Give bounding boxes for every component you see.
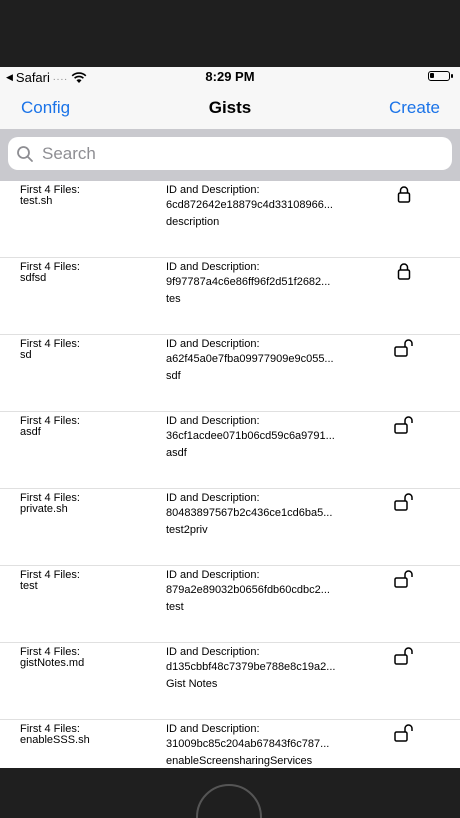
lock-open-icon[interactable] [393, 415, 415, 435]
gist-id: 9f97787a4c6e86ff96f2d51f2682... [166, 276, 331, 288]
id-label: ID and Description: [166, 261, 260, 273]
device-bottom-bezel [0, 768, 460, 818]
status-bar: ◀ Safari .... 8:29 PM [0, 67, 460, 87]
gist-id: 6cd872642e18879c4d33108966... [166, 199, 333, 211]
gist-row[interactable]: First 4 Files: test ID and Description: 879… [0, 566, 460, 643]
id-label: ID and Description: [166, 646, 260, 658]
gist-id: 80483897567b2c436ce1cd6ba5... [166, 507, 333, 519]
search-input[interactable] [40, 142, 424, 165]
gist-id: 31009bc85c204ab67843f6c787... [166, 738, 330, 750]
gist-id: 879a2e89032b0656fdb60cdbc2... [166, 584, 330, 596]
status-time: 8:29 PM [205, 69, 255, 84]
id-label: ID and Description: [166, 415, 260, 427]
id-label: ID and Description: [166, 184, 260, 196]
device-top-bezel [0, 0, 460, 67]
lock-closed-icon[interactable] [393, 184, 415, 204]
files-value: asdf [20, 426, 41, 438]
gist-description: test [166, 601, 184, 613]
lock-open-icon[interactable] [393, 492, 415, 512]
search-field[interactable] [8, 137, 452, 170]
gist-row[interactable]: First 4 Files: sdfsd ID and Description: 9f… [0, 258, 460, 335]
gist-id: d135cbbf48c7379be788e8c19a2... [166, 661, 336, 673]
battery-level [430, 73, 434, 78]
files-value: gistNotes.md [20, 657, 85, 669]
files-value: private.sh [20, 503, 68, 515]
gist-row[interactable]: First 4 Files: private.sh ID and Descripti… [0, 489, 460, 566]
gist-description: asdf [166, 447, 187, 459]
gist-row[interactable]: First 4 Files: enableSSS.sh ID and Descrip… [0, 720, 460, 768]
lock-open-icon[interactable] [393, 569, 415, 589]
gist-description: enableScreensharingServices [166, 755, 313, 767]
lock-open-icon[interactable] [393, 646, 415, 666]
files-value: enableSSS.sh [20, 734, 90, 746]
gist-list: First 4 Files: test.sh ID and Description:… [0, 181, 460, 768]
gist-row[interactable]: First 4 Files: gistNotes.md ID and Descrip… [0, 643, 460, 720]
id-label: ID and Description: [166, 723, 260, 735]
lock-closed-icon[interactable] [393, 261, 415, 281]
gist-id: 36cf1acdee071b06cd59c6a9791... [166, 430, 335, 442]
files-value: test.sh [20, 195, 53, 207]
navigation-bar: Config Gists Create [0, 87, 460, 129]
home-button[interactable] [196, 784, 262, 818]
search-icon [17, 145, 33, 162]
gist-row[interactable]: First 4 Files: asdf ID and Description: 36c… [0, 412, 460, 489]
gist-description: description [166, 216, 220, 228]
gist-description: tes [166, 293, 181, 305]
battery-icon [428, 71, 453, 81]
files-value: sdfsd [20, 272, 47, 284]
lock-open-icon[interactable] [393, 723, 415, 743]
gist-description: Gist Notes [166, 678, 218, 690]
create-button[interactable]: Create [389, 98, 440, 118]
id-label: ID and Description: [166, 492, 260, 504]
gist-description: sdf [166, 370, 181, 382]
files-value: sd [20, 349, 32, 361]
gist-id: a62f45a0e7fba09977909e9c055... [166, 353, 334, 365]
gist-row[interactable]: First 4 Files: sd ID and Description: a62f4… [0, 335, 460, 412]
gist-row[interactable]: First 4 Files: test.sh ID and Description:… [0, 181, 460, 258]
gist-description: test2priv [166, 524, 208, 536]
lock-open-icon[interactable] [393, 338, 415, 358]
app-screen: ◀ Safari .... 8:29 PM Config Gists Creat… [0, 67, 460, 768]
search-bar [0, 129, 460, 181]
files-value: test [20, 580, 38, 592]
id-label: ID and Description: [166, 338, 260, 350]
id-label: ID and Description: [166, 569, 260, 581]
